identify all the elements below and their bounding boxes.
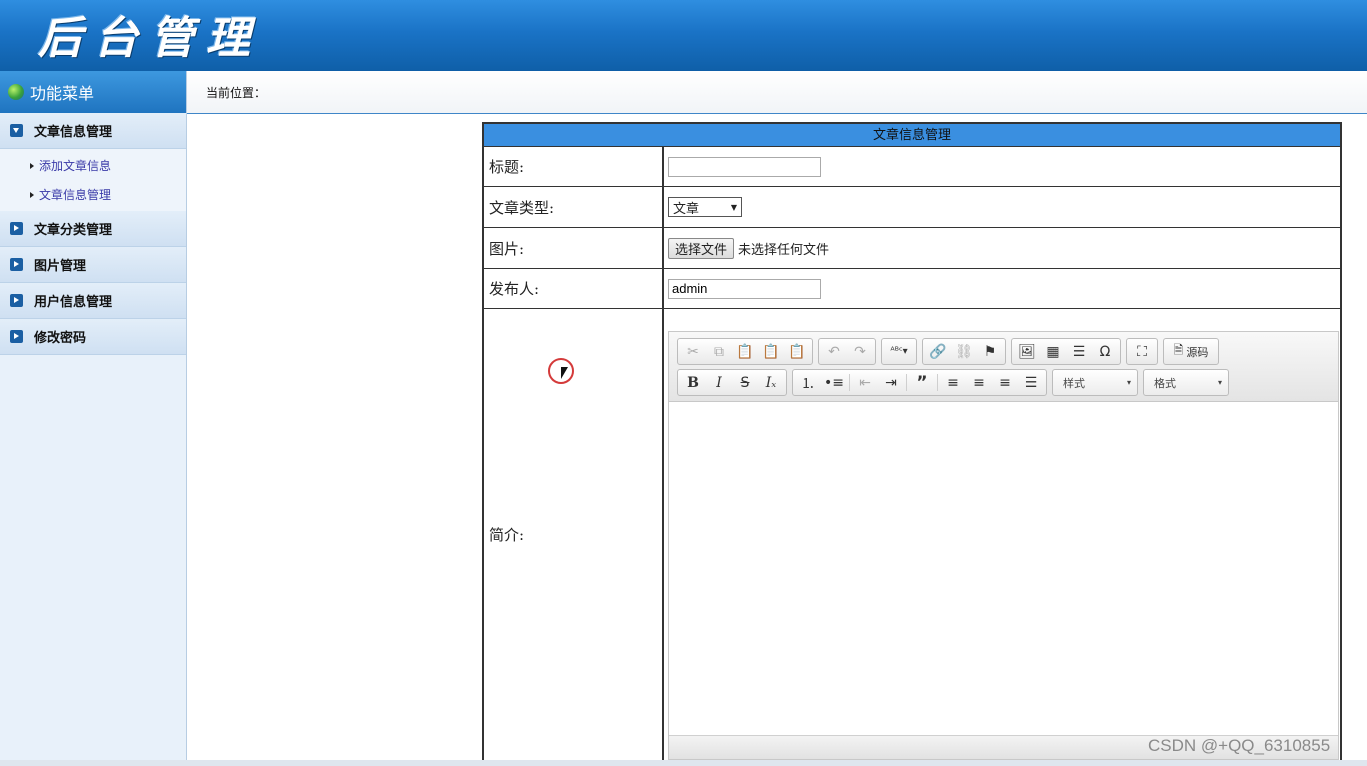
source-button[interactable]: 🗎 源码 xyxy=(1166,339,1216,364)
dropdown-arrow-icon: ▼ xyxy=(730,202,737,212)
collapse-arrow-icon xyxy=(10,222,23,235)
align-right-icon[interactable]: ≡ xyxy=(992,370,1018,395)
menu-group-label: 文章分类管理 xyxy=(34,223,113,238)
row-image: 图片: 选择文件 未选择任何文件 xyxy=(484,228,1340,269)
align-center-icon[interactable]: ≡ xyxy=(966,370,992,395)
article-type-select[interactable]: 文章 ▼ xyxy=(668,197,742,217)
menu-group-image[interactable]: 图片管理 xyxy=(0,247,186,283)
special-char-icon[interactable]: Ω xyxy=(1092,339,1118,364)
publisher-input[interactable] xyxy=(668,278,821,299)
expand-arrow-icon xyxy=(10,124,23,137)
row-publisher: 发布人: xyxy=(484,269,1340,309)
menu-group-article-info[interactable]: 文章信息管理 xyxy=(0,113,186,149)
outdent-icon[interactable]: ⇤ xyxy=(852,370,878,395)
undo-icon[interactable]: ↶ xyxy=(821,339,847,364)
sidebar-title: 功能菜单 xyxy=(0,71,186,113)
menu-group-label: 用户信息管理 xyxy=(34,295,113,310)
title-input[interactable] xyxy=(668,156,821,177)
source-doc-icon: 🗎 xyxy=(1173,343,1184,357)
sidebar-item-add-article[interactable]: 添加文章信息 xyxy=(0,151,186,180)
menu-group-user-info[interactable]: 用户信息管理 xyxy=(0,283,186,319)
title-label: 标题: xyxy=(484,147,664,186)
menu-group-label: 文章信息管理 xyxy=(34,125,113,140)
article-type-value: 文章 xyxy=(673,201,700,217)
bold-icon[interactable]: B xyxy=(680,370,706,395)
blockquote-icon[interactable]: ” xyxy=(909,370,935,395)
row-intro: 简介: ✂ ⧉ 📋 📋 📋 ↶ ↷ ᴬᴮᶜ▾ 🔗 ⛓ ⚑ 🖼 ▦ ☰ Ω ⛶ 🗎… xyxy=(484,309,1340,760)
collapse-arrow-icon xyxy=(10,294,23,307)
cut-icon[interactable]: ✂ xyxy=(680,339,706,364)
menu-group-article-category[interactable]: 文章分类管理 xyxy=(0,211,186,247)
spellcheck-icon[interactable]: ᴬᴮᶜ▾ xyxy=(884,339,914,364)
unlink-icon[interactable]: ⛓ xyxy=(951,339,977,364)
form-title: 文章信息管理 xyxy=(484,124,1340,147)
chevron-down-icon: ▾ xyxy=(1217,378,1222,387)
rich-text-editor: ✂ ⧉ 📋 📋 📋 ↶ ↷ ᴬᴮᶜ▾ 🔗 ⛓ ⚑ 🖼 ▦ ☰ Ω ⛶ 🗎 源码 … xyxy=(668,331,1339,760)
chevron-down-icon: ▾ xyxy=(1126,378,1131,387)
editor-toolbar: ✂ ⧉ 📋 📋 📋 ↶ ↷ ᴬᴮᶜ▾ 🔗 ⛓ ⚑ 🖼 ▦ ☰ Ω ⛶ 🗎 源码 … xyxy=(669,332,1338,402)
numbered-list-icon[interactable]: ⒈ xyxy=(795,370,821,395)
image-label: 图片: xyxy=(484,228,664,268)
menu-group-label: 修改密码 xyxy=(34,331,87,346)
format-combo[interactable]: 格式 ▾ xyxy=(1143,369,1229,396)
remove-format-icon[interactable]: Iₓ xyxy=(758,370,784,395)
file-status: 未选择任何文件 xyxy=(738,242,830,258)
paste-text-icon[interactable]: 📋 xyxy=(758,339,784,364)
sidebar: 功能菜单 文章信息管理 添加文章信息 文章信息管理 文章分类管理 图片管理 用户… xyxy=(0,71,187,760)
bullet-arrow-icon xyxy=(30,191,34,198)
indent-icon[interactable]: ⇥ xyxy=(878,370,904,395)
table-icon[interactable]: ▦ xyxy=(1040,339,1066,364)
collapse-arrow-icon xyxy=(10,330,23,343)
align-justify-icon[interactable]: ☰ xyxy=(1018,370,1044,395)
anchor-flag-icon[interactable]: ⚑ xyxy=(977,339,1003,364)
link-icon[interactable]: 🔗 xyxy=(925,339,951,364)
redo-icon[interactable]: ↷ xyxy=(847,339,873,364)
watermark: CSDN @+QQ_6310855 xyxy=(1148,736,1331,755)
source-button-label: 源码 xyxy=(1186,345,1209,359)
choose-file-button[interactable]: 选择文件 xyxy=(668,237,735,259)
sidebar-item-label: 添加文章信息 xyxy=(39,159,112,173)
breadcrumb-label: 当前位置： xyxy=(206,85,267,100)
horizontal-rule-icon[interactable]: ☰ xyxy=(1066,339,1092,364)
type-label: 文章类型: xyxy=(484,187,664,227)
mouse-cursor-icon xyxy=(561,367,568,379)
row-type: 文章类型: 文章 ▼ xyxy=(484,187,1340,228)
sidebar-item-manage-article[interactable]: 文章信息管理 xyxy=(0,180,186,209)
bullet-arrow-icon xyxy=(30,162,34,169)
menu-group-change-password[interactable]: 修改密码 xyxy=(0,319,186,355)
style-combo[interactable]: 样式 ▾ xyxy=(1052,369,1138,396)
bulleted-list-icon[interactable]: •≡ xyxy=(821,370,847,395)
logo: 后台管理 xyxy=(38,13,262,64)
copy-icon[interactable]: ⧉ xyxy=(706,339,732,364)
editor-content-area[interactable] xyxy=(669,402,1338,735)
strikethrough-icon[interactable]: S xyxy=(732,370,758,395)
collapse-arrow-icon xyxy=(10,258,23,271)
article-form: 文章信息管理 标题: 文章类型: 文章 ▼ 图片: 选择文件 未选择任何文件 发… xyxy=(482,122,1342,760)
intro-label: 简介: xyxy=(484,309,664,760)
bottom-strip xyxy=(0,760,1367,766)
paste-icon[interactable]: 📋 xyxy=(732,339,758,364)
sidebar-title-label: 功能菜单 xyxy=(30,84,95,103)
format-combo-label: 格式 xyxy=(1154,376,1176,390)
italic-icon[interactable]: I xyxy=(706,370,732,395)
header: 后台管理 xyxy=(0,0,1367,71)
publisher-label: 发布人: xyxy=(484,269,664,308)
paste-word-icon[interactable]: 📋 xyxy=(784,339,810,364)
maximize-icon[interactable]: ⛶ xyxy=(1129,339,1155,364)
align-left-icon[interactable]: ≡ xyxy=(940,370,966,395)
sidebar-item-label: 文章信息管理 xyxy=(39,188,112,202)
image-icon[interactable]: 🖼 xyxy=(1014,339,1040,364)
row-title: 标题: xyxy=(484,147,1340,187)
menu-group-label: 图片管理 xyxy=(34,259,87,274)
submenu-article-info: 添加文章信息 文章信息管理 xyxy=(0,149,186,211)
style-combo-label: 样式 xyxy=(1063,376,1085,390)
breadcrumb: 当前位置： xyxy=(187,71,1367,114)
gem-icon xyxy=(8,84,24,100)
